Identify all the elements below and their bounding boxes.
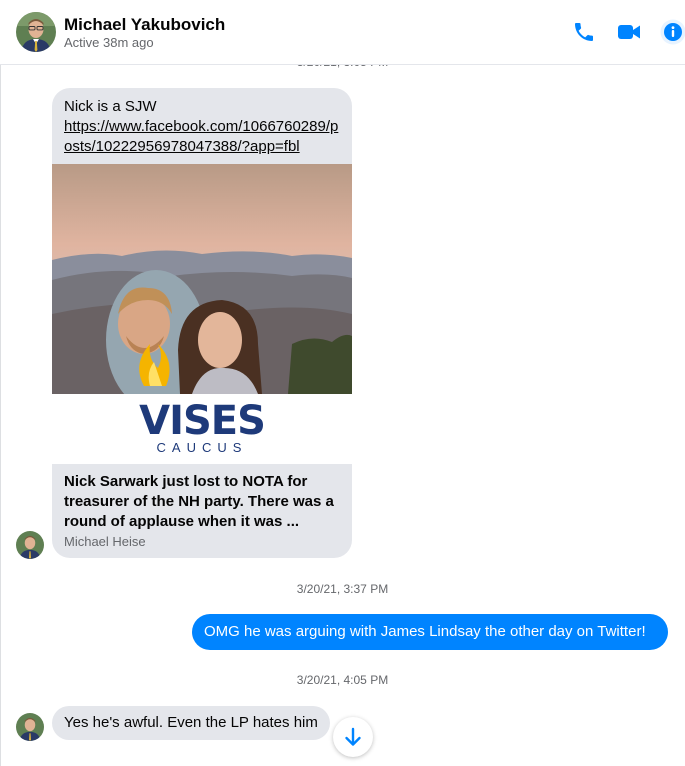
arrow-down-icon bbox=[345, 727, 361, 746]
message-text: Nick is a SJW bbox=[64, 98, 157, 115]
info-icon[interactable] bbox=[660, 19, 685, 45]
avatar[interactable] bbox=[16, 531, 44, 559]
conversation-header: Michael Yakubovich Active 38m ago bbox=[0, 0, 685, 65]
outgoing-message[interactable]: OMG he was arguing with James Lindsay th… bbox=[192, 614, 668, 650]
contact-name[interactable]: Michael Yakubovich bbox=[64, 15, 225, 35]
link-preview-title[interactable]: Nick Sarwark just lost to NOTA for treas… bbox=[64, 472, 340, 532]
logo-subtitle: CAUCUS bbox=[156, 440, 248, 455]
logo-word: VISES bbox=[139, 398, 266, 444]
avatar[interactable] bbox=[16, 713, 44, 741]
left-border bbox=[0, 0, 1, 766]
scroll-to-bottom-button[interactable] bbox=[333, 717, 373, 757]
post-image[interactable] bbox=[52, 164, 352, 394]
video-icon[interactable] bbox=[617, 20, 641, 44]
phone-icon[interactable] bbox=[572, 20, 596, 44]
incoming-message[interactable]: Yes he's awful. Even the LP hates him bbox=[52, 706, 330, 740]
timestamp: 3/20/21, 4:05 PM bbox=[296, 673, 389, 687]
active-status: Active 38m ago bbox=[64, 35, 154, 50]
shared-post-message[interactable]: Nick is a SJW https://www.facebook.com/1… bbox=[52, 88, 352, 558]
shared-link[interactable]: https://www.facebook.com/1066760289/post… bbox=[64, 117, 340, 157]
mises-caucus-logo: VISES CAUCUS bbox=[52, 394, 352, 464]
link-preview-source: Michael Heise bbox=[64, 534, 146, 549]
timestamp: 3/20/21, 3:37 PM bbox=[296, 582, 389, 596]
avatar[interactable] bbox=[16, 12, 56, 52]
